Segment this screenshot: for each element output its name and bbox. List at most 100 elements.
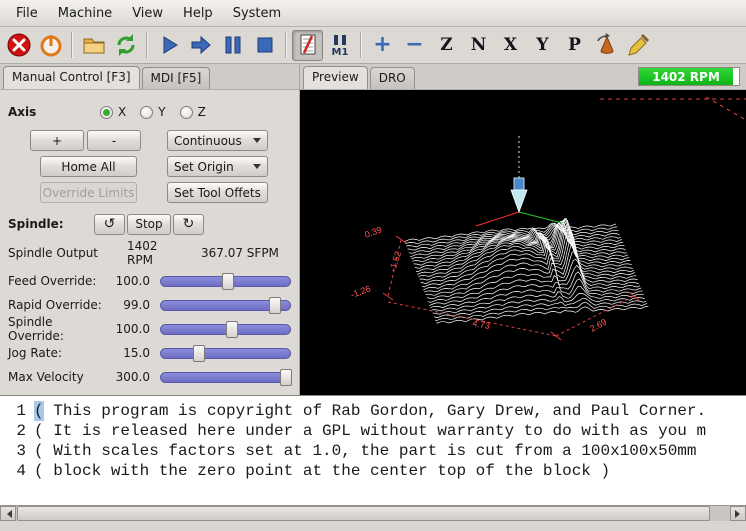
reload-button[interactable] <box>110 30 141 61</box>
spindle-reverse-button[interactable]: ↺ <box>94 214 125 235</box>
scroll-right-button[interactable] <box>730 506 746 521</box>
gcode-text: ( block with the zero point at the cente… <box>34 461 610 481</box>
tab-mdi[interactable]: MDI [F5] <box>142 67 211 89</box>
toggle-optional-pause-button[interactable]: M1 <box>324 30 355 61</box>
open-file-button[interactable] <box>78 30 109 61</box>
toolbar-separator <box>71 32 73 58</box>
menu-file[interactable]: File <box>6 1 48 26</box>
stop-icon <box>252 32 278 58</box>
line-number: 1 <box>0 401 26 421</box>
override-limits-button[interactable]: Override Limits <box>40 182 137 203</box>
slider-handle[interactable] <box>226 321 238 338</box>
zoom-in-button[interactable]: + <box>367 30 398 61</box>
run-button[interactable] <box>153 30 184 61</box>
jog-minus-button[interactable]: - <box>87 130 141 151</box>
letter-y-icon: Y <box>536 35 548 55</box>
axis-z-label: Z <box>198 105 206 119</box>
view-y-button[interactable]: Y <box>527 30 558 61</box>
jog-increment-dropdown[interactable]: Continuous <box>167 130 268 151</box>
slider-handle[interactable] <box>193 345 205 362</box>
gcode-text: ( It is released here under a GPL withou… <box>34 421 706 441</box>
home-all-button[interactable]: Home All <box>40 156 137 177</box>
bottom-strip <box>0 521 746 531</box>
jog-plus-button[interactable]: + <box>30 130 84 151</box>
pause-icon <box>220 32 246 58</box>
brush-icon <box>626 32 652 58</box>
menu-view[interactable]: View <box>122 1 173 26</box>
plus-icon: + <box>373 34 391 56</box>
main-area: Manual Control [F3] MDI [F5] Axis X Y Z … <box>0 64 746 395</box>
chevron-down-icon <box>253 138 261 147</box>
y-axis-line <box>519 212 562 223</box>
gcode-line: 4 ( block with the zero point at the cent… <box>0 461 746 481</box>
view-normal-button[interactable]: N <box>463 30 494 61</box>
rotate-view-button[interactable] <box>591 30 622 61</box>
rapid-override-slider[interactable] <box>160 297 291 314</box>
toggle-skip-lines-button[interactable] <box>292 30 323 61</box>
zoom-out-button[interactable]: − <box>399 30 430 61</box>
scroll-left-button[interactable] <box>0 506 16 521</box>
step-button[interactable] <box>185 30 216 61</box>
control-panel: Manual Control [F3] MDI [F5] Axis X Y Z … <box>0 64 300 395</box>
rapid-override-label: Rapid Override: <box>8 298 110 312</box>
gcode-line: 2 ( It is released here under a GPL witho… <box>0 421 746 441</box>
jog-rate-slider[interactable] <box>160 345 291 362</box>
axis-y-radio[interactable] <box>140 106 153 119</box>
tab-preview[interactable]: Preview <box>303 66 368 89</box>
menu-help[interactable]: Help <box>173 1 223 26</box>
menu-machine[interactable]: Machine <box>48 1 122 26</box>
tab-dro[interactable]: DRO <box>370 67 415 89</box>
gcode-listing[interactable]: 1( This program is copyright of Rab Gord… <box>0 395 746 505</box>
set-origin-dropdown[interactable]: Set Origin <box>167 156 268 177</box>
preview-canvas[interactable]: 0.39 -1.52 -1.26 4.73 2.69 <box>300 90 746 395</box>
dim-label: 0.39 <box>363 224 383 239</box>
set-origin-label: Set Origin <box>174 160 234 174</box>
spindle-override-label: Spindle Override: <box>8 315 110 343</box>
horizontal-scrollbar[interactable] <box>0 505 746 521</box>
axis-x-radio[interactable] <box>100 106 113 119</box>
spindle-forward-button[interactable]: ↻ <box>173 214 204 235</box>
machine-power-button[interactable] <box>35 30 66 61</box>
spindle-override-value: 100.0 <box>110 322 150 336</box>
preview-panel: Preview DRO 1402 RPM <box>300 64 746 395</box>
scrollbar-track[interactable] <box>16 506 730 521</box>
menu-system[interactable]: System <box>223 1 291 26</box>
rotate-cone-icon <box>594 32 620 58</box>
max-velocity-slider[interactable] <box>160 369 291 386</box>
minus-icon: − <box>405 34 423 56</box>
scrollbar-thumb[interactable] <box>17 506 710 521</box>
spindle-output-rpm: 1402 RPM <box>127 239 187 267</box>
slider-handle[interactable] <box>280 369 292 386</box>
tool-shank <box>514 178 524 190</box>
feed-override-slider[interactable] <box>160 273 291 290</box>
clear-plot-button[interactable] <box>623 30 654 61</box>
slider-handle[interactable] <box>222 273 234 290</box>
menu-bar: File Machine View Help System <box>0 0 746 27</box>
dim-label: -1.26 <box>349 283 372 299</box>
spindle-override-slider[interactable] <box>160 321 291 338</box>
dim-label: -1.52 <box>387 250 403 273</box>
axis-y-label: Y <box>158 105 165 119</box>
tab-manual-control[interactable]: Manual Control [F3] <box>3 66 140 89</box>
letter-p-icon: P <box>568 35 581 55</box>
pause-button[interactable] <box>217 30 248 61</box>
line-number: 2 <box>0 421 26 441</box>
letter-n-icon: N <box>471 35 487 55</box>
stop-button[interactable] <box>249 30 280 61</box>
view-z-button[interactable]: Z <box>431 30 462 61</box>
machine-limit-line <box>706 97 746 120</box>
spindle-stop-button[interactable]: Stop <box>127 214 171 235</box>
slider-handle[interactable] <box>269 297 281 314</box>
estop-button[interactable] <box>3 30 34 61</box>
view-x-button[interactable]: X <box>495 30 526 61</box>
spindle-output-sfpm: 367.07 SFPM <box>201 246 279 260</box>
gcode-line: 3( With scales factors set at 1.0, the p… <box>0 441 746 461</box>
line-number: 4 <box>0 461 26 481</box>
jog-rate-label: Jog Rate: <box>8 346 110 360</box>
gcode-line: 1( This program is copyright of Rab Gord… <box>0 401 746 421</box>
set-tool-offsets-button[interactable]: Set Tool Offets <box>167 182 268 203</box>
view-perspective-button[interactable]: P <box>559 30 590 61</box>
axis-z-radio[interactable] <box>180 106 193 119</box>
max-velocity-label: Max Velocity <box>8 370 110 384</box>
toolbar-separator <box>360 32 362 58</box>
